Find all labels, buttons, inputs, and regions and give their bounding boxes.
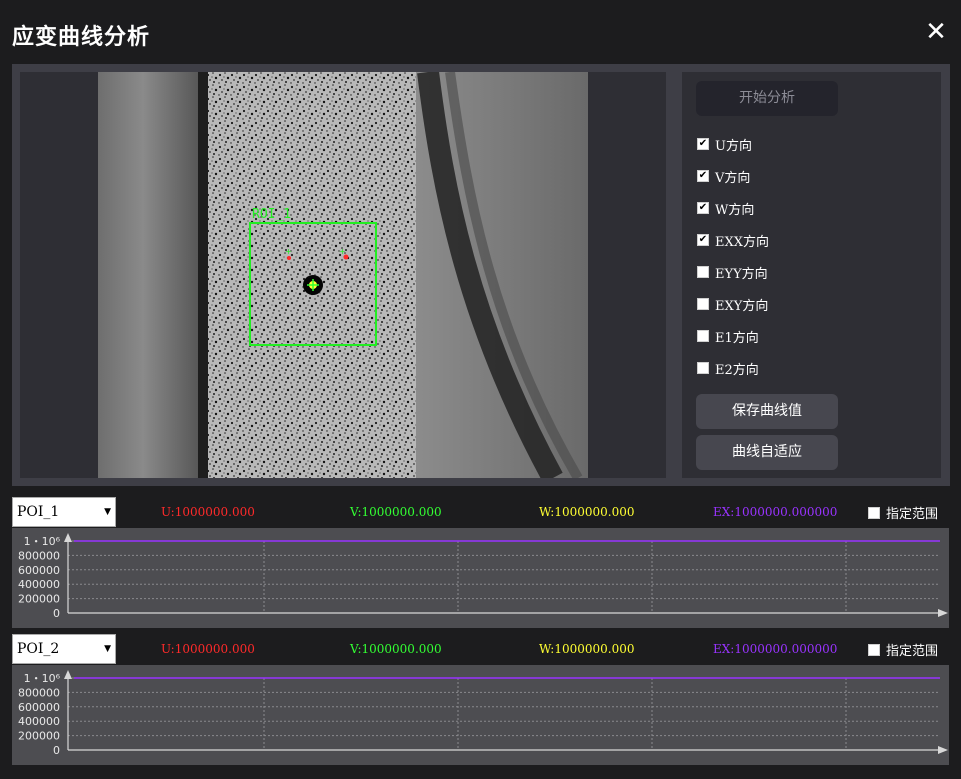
curve-plot-1[interactable]: 1・10⁶ 800000 600000 400000 200000 0 [12, 528, 949, 628]
dropdown-arrow-icon: ▼ [104, 507, 111, 517]
range-checkbox-2[interactable]: 指定范围 [868, 640, 938, 659]
checkbox-icon [697, 298, 709, 310]
image-viewer[interactable]: ROI_1 + + [20, 72, 666, 478]
range-label: 指定范围 [886, 507, 939, 522]
checkbox-icon [697, 330, 709, 342]
curve-header-2: POI_2 ▼ U:1000000.000 V:1000000.000 W:10… [12, 634, 950, 664]
save-curve-button[interactable]: 保存曲线值 [696, 394, 838, 429]
title-bar: 应变曲线分析 ✕ [0, 0, 961, 62]
y-tick-label: 1・10⁶ [24, 535, 61, 548]
range-checkbox-1[interactable]: 指定范围 [868, 503, 938, 522]
poi-select-1[interactable]: POI_1 ▼ [12, 497, 116, 527]
x-axis-arrow [938, 746, 948, 754]
checkbox-exx-direction[interactable]: ✔ EXX方向 [697, 230, 769, 250]
checkbox-exy-direction[interactable]: EXY方向 [697, 294, 768, 314]
fit-curve-button[interactable]: 曲线自适应 [696, 435, 838, 470]
checkbox-e1-direction[interactable]: E1方向 [697, 326, 759, 346]
checkbox-label: W方向 [715, 202, 755, 218]
dropdown-arrow-icon: ▼ [104, 644, 111, 654]
checkbox-w-direction[interactable]: ✔ W方向 [697, 198, 754, 218]
curve-header-1: POI_1 ▼ U:1000000.000 V:1000000.000 W:10… [12, 497, 950, 527]
checkbox-e2-direction[interactable]: E2方向 [697, 358, 759, 378]
x-axis-arrow [938, 609, 948, 617]
y-tick-label: 200000 [18, 593, 60, 606]
u-value: U:1000000.000 [161, 642, 255, 656]
checkbox-label: EXX方向 [715, 234, 769, 250]
curve-plot-2[interactable]: 1・10⁶ 800000 600000 400000 200000 0 [12, 665, 949, 765]
y-axis-arrow [64, 670, 72, 679]
y-tick-label: 1・10⁶ [24, 672, 61, 685]
checkbox-label: E1方向 [715, 330, 759, 346]
y-tick-label: 800000 [18, 549, 60, 562]
y-tick-label: 800000 [18, 686, 60, 699]
y-tick-label: 0 [53, 607, 60, 620]
y-tick-label: 600000 [18, 701, 60, 714]
checkbox-icon [697, 266, 709, 278]
poi-select-2[interactable]: POI_2 ▼ [12, 634, 116, 664]
y-tick-label: 400000 [18, 578, 60, 591]
u-value: U:1000000.000 [161, 505, 255, 519]
range-label: 指定范围 [886, 644, 939, 659]
y-tick-label: 400000 [18, 715, 60, 728]
checkbox-icon [868, 643, 880, 656]
checkbox-icon: ✔ [697, 170, 709, 182]
poi-select-value: POI_2 [17, 641, 60, 657]
v-value: V:1000000.000 [350, 642, 442, 656]
w-value: W:1000000.000 [539, 505, 635, 519]
checkbox-icon [697, 362, 709, 374]
y-tick-label: 200000 [18, 730, 60, 743]
poi-select-value: POI_1 [17, 504, 60, 520]
checkbox-eyy-direction[interactable]: EYY方向 [697, 262, 768, 282]
checkbox-icon: ✔ [697, 202, 709, 214]
checkbox-v-direction[interactable]: ✔ V方向 [697, 166, 750, 186]
checkbox-label: EYY方向 [715, 266, 768, 282]
close-icon[interactable]: ✕ [922, 18, 950, 46]
v-value: V:1000000.000 [350, 505, 442, 519]
svg-text:+: + [285, 247, 292, 256]
start-analysis-button[interactable]: 开始分析 [696, 81, 838, 116]
y-axis-arrow [64, 533, 72, 542]
checkbox-icon: ✔ [697, 234, 709, 246]
specimen-image: ROI_1 + + [98, 72, 588, 478]
checkbox-label: EXY方向 [715, 298, 769, 314]
svg-text:+: + [339, 247, 346, 256]
roi-label: ROI_1 [252, 207, 291, 222]
checkbox-label: U方向 [715, 138, 752, 154]
y-tick-label: 0 [53, 744, 60, 757]
ex-value: EX:1000000.000000 [713, 505, 838, 519]
ex-value: EX:1000000.000000 [713, 642, 838, 656]
checkbox-icon [868, 506, 880, 519]
y-tick-label: 600000 [18, 564, 60, 577]
window-title: 应变曲线分析 [12, 25, 151, 50]
checkbox-label: E2方向 [715, 362, 759, 378]
checkbox-u-direction[interactable]: ✔ U方向 [697, 134, 752, 154]
checkbox-label: V方向 [715, 170, 751, 186]
checkbox-icon: ✔ [697, 138, 709, 150]
w-value: W:1000000.000 [539, 642, 635, 656]
